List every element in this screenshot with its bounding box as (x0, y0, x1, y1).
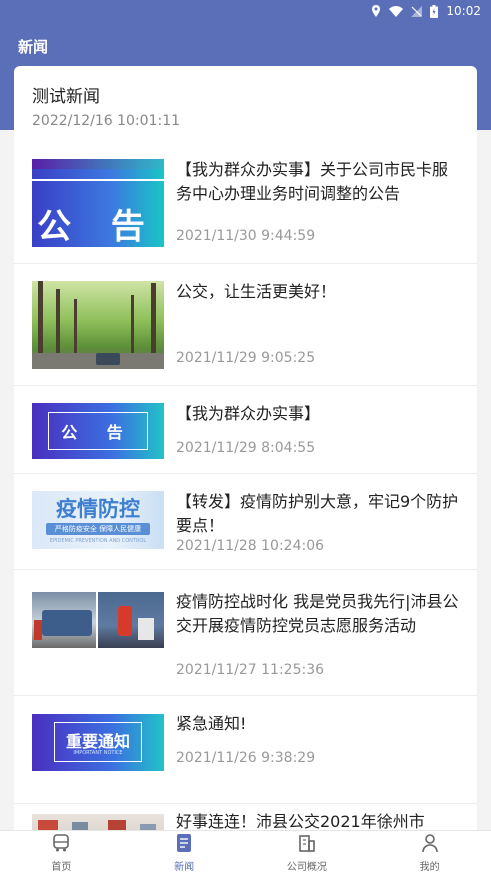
tab-label: 我的 (419, 861, 440, 873)
news-thumbnail: 公 告 (32, 403, 164, 459)
tab-label: 首页 (51, 861, 72, 873)
news-title: 【我为群众办实事】 (176, 404, 321, 423)
news-item[interactable]: 疫情防控战时化 我是党员我先行|沛县公交开展疫情防控党员志愿服务活动 2021/… (14, 570, 477, 696)
thumbnail-caption: 重要通知 (65, 732, 130, 751)
page-title: 新闻 (18, 37, 49, 56)
news-thumbnail (32, 592, 164, 648)
thumbnail-caption: 公 告 (37, 207, 159, 247)
news-item[interactable]: 公 告 【我为群众办实事】关于公司市民卡服务中心办理业务时间调整的公告 2021… (14, 140, 477, 264)
news-item[interactable]: 公交，让生活更美好！ 2021/11/29 9:05:25 (14, 264, 477, 386)
battery-icon (430, 4, 439, 18)
news-title: 疫情防控战时化 我是党员我先行|沛县公交开展疫情防控党员志愿服务活动 (176, 592, 459, 635)
news-date: 2021/11/28 10:24:06 (176, 538, 325, 554)
news-item[interactable]: 重要通知 IMPORTANT NOTICE 紧急通知! 2021/11/26 9… (14, 696, 477, 804)
thumbnail-caption: 疫情防控 (56, 497, 140, 521)
tab-news[interactable]: 新闻 (123, 831, 246, 874)
bus-icon (51, 833, 71, 856)
news-item[interactable]: 公 告 【我为群众办实事】 2021/11/29 8:04:55 (14, 386, 477, 474)
user-icon (420, 833, 440, 856)
news-title: 紧急通知! (176, 714, 247, 733)
news-thumbnail: 公 告 (32, 159, 164, 247)
news-title: 【转发】疫情防护别大意，牢记9个防护要点！ (176, 492, 459, 535)
news-date: 2021/11/30 9:44:59 (176, 228, 316, 244)
app-bar: 新闻 (0, 22, 491, 70)
news-thumbnail (32, 281, 164, 369)
thumbnail-subcaption: 严格防疫安全 保障人民健康 (46, 523, 150, 535)
news-icon (174, 833, 194, 856)
news-item[interactable]: 好事连连！沛县公交2021年徐州市 (14, 804, 477, 830)
tab-company[interactable]: 公司概况 (246, 831, 369, 874)
news-date: 2021/11/27 11:25:36 (176, 662, 325, 678)
tab-label: 公司概况 (286, 861, 327, 873)
news-title: 【我为群众办实事】关于公司市民卡服务中心办理业务时间调整的公告 (176, 160, 449, 203)
status-bar: 10:02 (0, 0, 491, 22)
news-item[interactable]: 疫情防控 严格防疫安全 保障人民健康 EPIDEMIC PREVENTION A… (14, 474, 477, 570)
thumbnail-footnote: EPIDEMIC PREVENTION AND CONTROL (49, 538, 147, 544)
location-icon (371, 5, 381, 17)
no-signal-icon (411, 5, 423, 17)
news-list[interactable]: 公 告 【我为群众办实事】关于公司市民卡服务中心办理业务时间调整的公告 2021… (14, 140, 477, 830)
tab-mine[interactable]: 我的 (368, 831, 491, 874)
news-title: 公交，让生活更美好！ (176, 282, 337, 301)
news-date: 2021/11/29 9:05:25 (176, 350, 316, 366)
bottom-tab-bar: 首页 新闻 公司概况 我的 (0, 830, 491, 874)
thumbnail-caption: 公 告 (48, 412, 148, 450)
news-date: 2021/11/29 8:04:55 (176, 440, 316, 456)
tab-home[interactable]: 首页 (0, 831, 123, 874)
featured-news-title: 测试新闻 (32, 87, 100, 107)
thumbnail-footnote: IMPORTANT NOTICE (73, 750, 123, 756)
featured-news-date: 2022/12/16 10:01:11 (32, 113, 181, 129)
news-thumbnail: 疫情防控 严格防疫安全 保障人民健康 EPIDEMIC PREVENTION A… (32, 491, 164, 549)
news-title: 好事连连！沛县公交2021年徐州市 (176, 812, 425, 830)
news-thumbnail: 重要通知 IMPORTANT NOTICE (32, 714, 164, 771)
building-icon (297, 833, 317, 856)
tab-label: 新闻 (174, 861, 195, 873)
clock-time: 10:02 (446, 4, 481, 18)
news-date: 2021/11/26 9:38:29 (176, 750, 316, 766)
news-thumbnail (32, 814, 164, 830)
wifi-icon (389, 5, 404, 17)
